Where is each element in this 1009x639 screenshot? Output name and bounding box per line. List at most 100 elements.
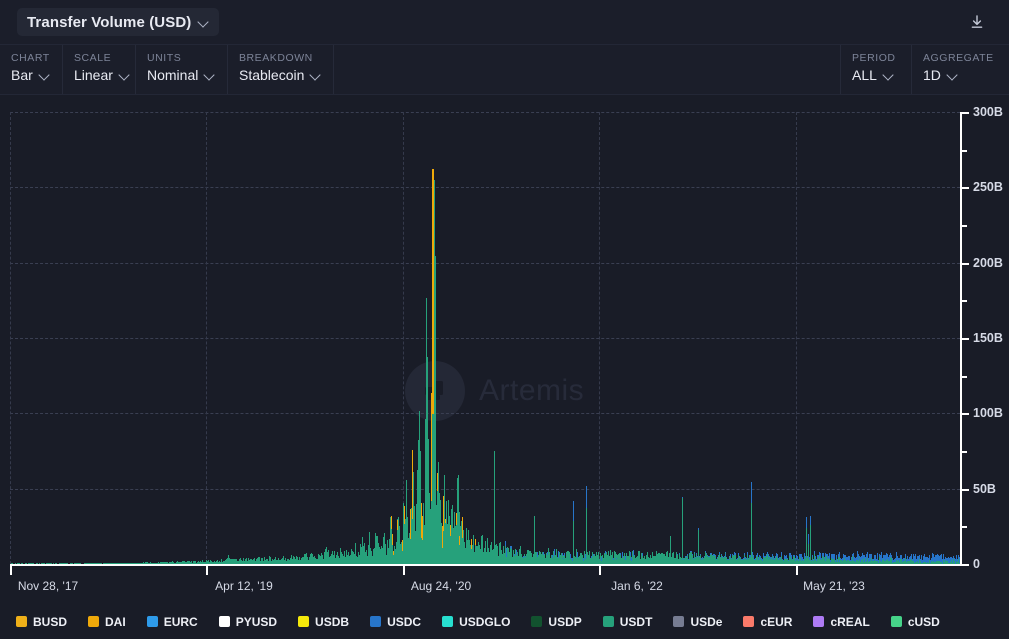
legend-item-usde[interactable]: USDe <box>673 615 722 629</box>
legend-swatch-icon <box>147 616 158 627</box>
legend-label: cUSD <box>908 615 940 629</box>
legend-label: cREAL <box>830 615 869 629</box>
control-scale-text: Linear <box>74 67 113 83</box>
y-axis-minor-tick <box>962 376 967 378</box>
gridline-horizontal <box>10 112 960 113</box>
plot-area[interactable] <box>10 112 960 564</box>
legend-swatch-icon <box>603 616 614 627</box>
legend-swatch-icon <box>531 616 542 627</box>
bar-segment-usdc <box>751 482 752 503</box>
bar-segment-dai <box>392 534 393 545</box>
legend-label: USDT <box>620 615 653 629</box>
bar-segment-usdc <box>814 551 815 554</box>
chevron-down-icon <box>310 70 321 81</box>
y-axis-minor-tick <box>962 526 967 528</box>
download-button[interactable] <box>965 10 989 34</box>
control-units[interactable]: UNITS Nominal <box>136 45 228 94</box>
x-axis-label: Jan 6, '22 <box>611 579 663 593</box>
control-breakdown-value[interactable]: Stablecoin <box>239 67 322 83</box>
legend-label: EURC <box>164 615 198 629</box>
legend-item-eurc[interactable]: EURC <box>147 615 198 629</box>
y-axis-tick <box>962 112 969 114</box>
bar-segment-usdc <box>747 552 748 555</box>
bar-segment-usdc <box>757 553 758 556</box>
bar-segment-usdc <box>806 517 807 528</box>
bar-segment-usdc <box>698 528 699 531</box>
legend-item-usdb[interactable]: USDB <box>298 615 349 629</box>
gridline-horizontal <box>10 263 960 264</box>
y-axis-tick <box>962 489 969 491</box>
bar-segment-usdc <box>839 552 840 557</box>
y-axis-minor-tick <box>962 300 967 302</box>
bar-segment-usdc <box>735 553 736 555</box>
bar-segment-usdc <box>725 552 726 553</box>
x-axis-label: Aug 24, '20 <box>411 579 471 593</box>
legend-item-cusd[interactable]: cUSD <box>891 615 940 629</box>
bar-segment-usdc <box>719 552 720 554</box>
legend-swatch-icon <box>813 616 824 627</box>
bar-segment-usdc <box>810 516 811 525</box>
legend-swatch-icon <box>370 616 381 627</box>
control-chart[interactable]: CHART Bar <box>0 45 63 94</box>
chart-legend: BUSD DAI EURC PYUSD USDB USDC USDGLO USDP USDT US… <box>0 604 1009 639</box>
legend-item-dai[interactable]: DAI <box>88 615 126 629</box>
control-chart-label: CHART <box>11 52 51 64</box>
control-period[interactable]: PERIOD ALL <box>840 45 912 94</box>
y-axis-label: 300B <box>973 105 1003 119</box>
control-units-label: UNITS <box>147 52 216 64</box>
y-axis-label: 250B <box>973 180 1003 194</box>
bar-segment-dai <box>475 539 476 545</box>
control-units-value[interactable]: Nominal <box>147 67 216 83</box>
legend-swatch-icon <box>743 616 754 627</box>
chart-container: Artemis 050B100B150B200B250B300BNov 28, … <box>0 96 1009 639</box>
x-axis-tick <box>403 566 405 575</box>
gridline-horizontal <box>10 413 960 414</box>
legend-item-busd[interactable]: BUSD <box>16 615 67 629</box>
legend-item-usdt[interactable]: USDT <box>603 615 653 629</box>
control-period-value[interactable]: ALL <box>852 67 900 83</box>
legend-item-usdc[interactable]: USDC <box>370 615 421 629</box>
chevron-down-icon <box>39 70 50 81</box>
control-aggregate-value[interactable]: 1D <box>923 67 998 83</box>
control-chart-value[interactable]: Bar <box>11 67 51 83</box>
legend-label: BUSD <box>33 615 67 629</box>
y-axis-tick <box>962 263 969 265</box>
bar-segment-usdc <box>721 554 722 555</box>
control-chart-text: Bar <box>11 67 33 83</box>
gridline-vertical <box>599 112 600 564</box>
y-axis-label: 50B <box>973 482 996 496</box>
bar-segment-usdc <box>700 554 701 555</box>
legend-label: USDe <box>690 615 722 629</box>
legend-swatch-icon <box>298 616 309 627</box>
control-scale-value[interactable]: Linear <box>74 67 124 83</box>
legend-item-usdp[interactable]: USDP <box>531 615 581 629</box>
bar-segment-usdc <box>808 534 809 545</box>
control-aggregate[interactable]: AGGREGATE 1D <box>912 45 1009 94</box>
legend-item-creal[interactable]: cREAL <box>813 615 869 629</box>
legend-label: DAI <box>105 615 126 629</box>
gridline-horizontal <box>10 338 960 339</box>
y-axis-label: 200B <box>973 256 1003 270</box>
gridline-horizontal <box>10 187 960 188</box>
legend-label: PYUSD <box>236 615 277 629</box>
y-axis-minor-tick <box>962 150 967 152</box>
y-axis-tick <box>962 338 969 340</box>
chevron-down-icon <box>947 70 958 81</box>
gridline-vertical <box>206 112 207 564</box>
legend-label: USDGLO <box>459 615 510 629</box>
bar-segment-usdc <box>691 551 692 552</box>
metric-selector[interactable]: Transfer Volume (USD) <box>17 8 219 36</box>
bar-segment-usdc <box>725 554 726 555</box>
legend-item-pyusd[interactable]: PYUSD <box>219 615 277 629</box>
legend-item-usdglo[interactable]: USDGLO <box>442 615 510 629</box>
x-axis-tick <box>10 566 12 575</box>
control-breakdown[interactable]: BREAKDOWN Stablecoin <box>228 45 334 94</box>
chevron-down-icon <box>119 70 130 81</box>
bar-segment-usdc <box>871 554 872 558</box>
control-scale[interactable]: SCALE Linear <box>63 45 136 94</box>
control-aggregate-label: AGGREGATE <box>923 52 998 64</box>
legend-item-ceur[interactable]: cEUR <box>743 615 792 629</box>
title-bar: Transfer Volume (USD) <box>0 0 1009 44</box>
legend-label: USDC <box>387 615 421 629</box>
control-aggregate-text: 1D <box>923 67 941 83</box>
